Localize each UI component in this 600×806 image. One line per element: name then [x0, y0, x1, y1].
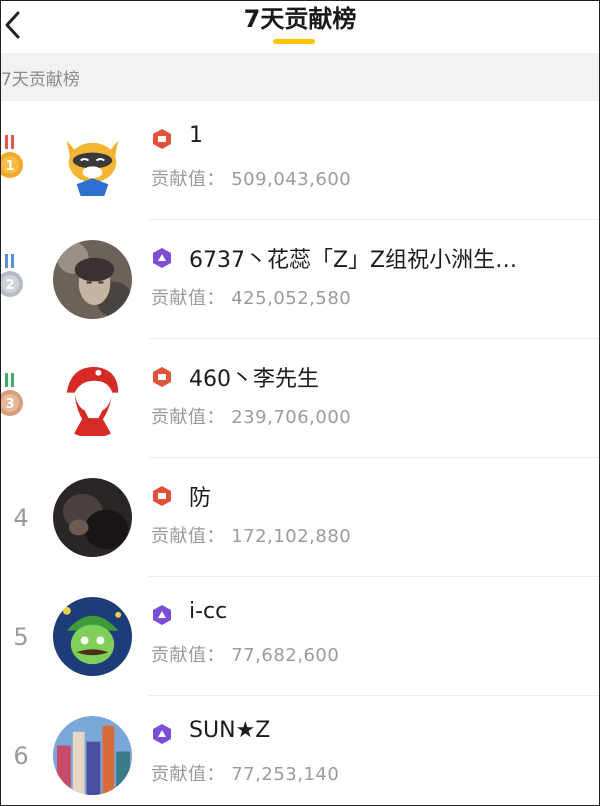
bronze-medal-icon: 3	[1, 372, 23, 416]
user-name: 460丶李先生	[189, 367, 319, 392]
rank-badge-icon	[153, 248, 171, 268]
section-label: 7天贡献榜	[1, 69, 80, 90]
section-header: 7天贡献榜	[1, 53, 599, 101]
contribution-label: 贡献值：	[151, 526, 225, 547]
contribution-value: 77,682,600	[231, 645, 340, 666]
user-name: 1	[189, 123, 203, 148]
contribution-text: 贡献值： 77,253,140	[151, 760, 339, 786]
avatar[interactable]	[53, 240, 132, 319]
rank-cell: 4	[1, 458, 41, 577]
list-item[interactable]: 3 460丶李先生 贡献值： 239,706,000	[1, 339, 599, 458]
user-name: i-cc	[189, 599, 228, 624]
contribution-label: 贡献值：	[151, 764, 225, 785]
user-name: 6737丶花蕊「Z」Z组祝小洲生…	[189, 248, 518, 273]
rank-badge-icon	[153, 724, 171, 744]
avatar[interactable]	[53, 597, 132, 676]
rank-cell: 1	[1, 101, 41, 220]
contribution-text: 贡献值： 425,052,580	[151, 284, 351, 310]
medal-rank-text: 1	[5, 159, 14, 174]
leaderboard-list: 1 1 贡献值： 509,043,600 2 6737丶花蕊「Z」Z组祝小洲生……	[1, 101, 599, 805]
avatar[interactable]	[53, 359, 132, 438]
rank-cell: 3	[1, 339, 41, 458]
silver-medal-icon: 2	[1, 253, 23, 297]
red-portrait-avatar-image	[53, 359, 132, 438]
page-title: 7天贡献榜	[243, 5, 357, 33]
nav-header: 7天贡献榜	[1, 1, 599, 53]
contribution-label: 贡献值：	[151, 169, 225, 190]
contribution-label: 贡献值：	[151, 645, 225, 666]
app-frame: 7天贡献榜 7天贡献榜 1 1 贡献值： 509,043,600 2 6737丶…	[0, 0, 600, 806]
avatar[interactable]	[53, 121, 132, 200]
rank-badge-icon	[153, 605, 171, 625]
contribution-label: 贡献值：	[151, 288, 225, 309]
medal-rank-text: 2	[5, 278, 14, 293]
medal-rank-text: 3	[5, 397, 14, 412]
tab-indicator	[273, 39, 315, 44]
city-avatar-image	[53, 716, 132, 795]
list-item[interactable]: 5 i-cc 贡献值： 77,682,600	[1, 577, 599, 696]
contribution-text: 贡献值： 77,682,600	[151, 641, 339, 667]
contribution-text: 贡献值： 239,706,000	[151, 403, 351, 429]
avatar[interactable]	[53, 716, 132, 795]
rank-cell: 6	[1, 696, 41, 805]
rank-badge-icon	[153, 486, 171, 506]
list-item[interactable]: 6 SUN★Z 贡献值： 77,253,140	[1, 696, 599, 805]
dark-photo-avatar-image	[53, 478, 132, 557]
rank-badge-icon	[153, 129, 171, 149]
contribution-value: 172,102,880	[231, 526, 352, 547]
list-item[interactable]: 2 6737丶花蕊「Z」Z组祝小洲生… 贡献值： 425,052,580	[1, 220, 599, 339]
avatar[interactable]	[53, 478, 132, 557]
rank-number: 4	[13, 503, 29, 532]
user-name: 防	[189, 486, 212, 511]
list-item[interactable]: 4 防 贡献值： 172,102,880	[1, 458, 599, 577]
rank-cell: 5	[1, 577, 41, 696]
contribution-text: 贡献值： 509,043,600	[151, 165, 351, 191]
rank-cell: 2	[1, 220, 41, 339]
contribution-value: 425,052,580	[231, 288, 352, 309]
contribution-text: 贡献值： 172,102,880	[151, 522, 351, 548]
contribution-value: 239,706,000	[231, 407, 352, 428]
user-name: SUN★Z	[189, 718, 271, 743]
contribution-value: 509,043,600	[231, 169, 352, 190]
cartoon-avatar-image	[53, 597, 132, 676]
gold-medal-icon: 1	[1, 134, 23, 178]
contribution-value: 77,253,140	[231, 764, 340, 785]
portrait-avatar-image	[53, 240, 132, 319]
list-item[interactable]: 1 1 贡献值： 509,043,600	[1, 101, 599, 220]
rank-badge-icon	[153, 367, 171, 387]
rank-number: 5	[13, 622, 29, 651]
raccoon-avatar-image	[53, 121, 132, 200]
rank-number: 6	[13, 741, 29, 770]
contribution-label: 贡献值：	[151, 407, 225, 428]
